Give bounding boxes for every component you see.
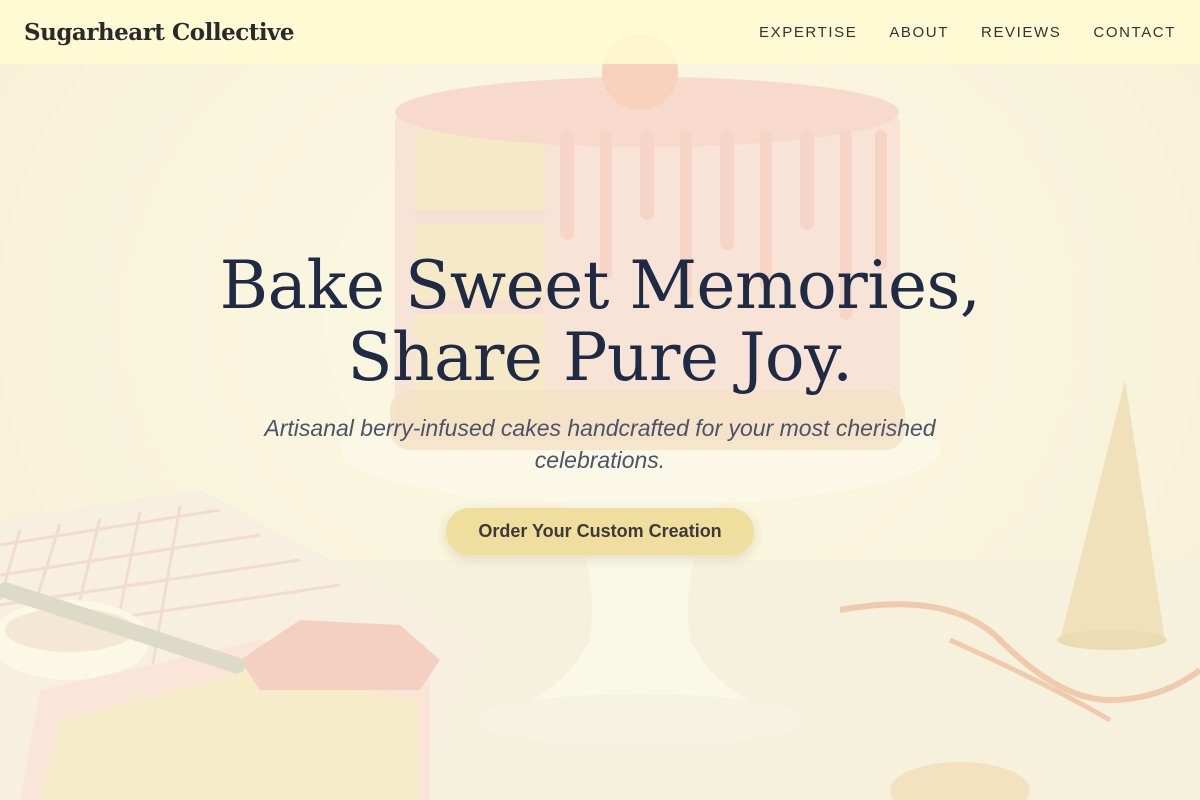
hero-section: Bake Sweet Memories, Share Pure Joy. Art… (0, 250, 1200, 555)
order-custom-creation-button[interactable]: Order Your Custom Creation (446, 508, 754, 555)
hero-headline: Bake Sweet Memories, Share Pure Joy. (0, 250, 1200, 394)
nav-link-about[interactable]: ABOUT (889, 24, 949, 41)
nav-link-reviews[interactable]: REVIEWS (981, 24, 1061, 41)
top-navbar: Sugarheart Collective EXPERTISE ABOUT RE… (0, 0, 1200, 64)
hero-headline-line2: Share Pure Joy. (347, 319, 853, 396)
hero-subheadline: Artisanal berry-infused cakes handcrafte… (264, 415, 936, 473)
nav-link-contact[interactable]: CONTACT (1093, 24, 1176, 41)
brand-logo[interactable]: Sugarheart Collective (24, 19, 295, 46)
hero-headline-line1: Bake Sweet Memories, (219, 247, 981, 324)
nav-link-expertise[interactable]: EXPERTISE (759, 24, 857, 41)
nav-links: EXPERTISE ABOUT REVIEWS CONTACT (759, 24, 1176, 41)
